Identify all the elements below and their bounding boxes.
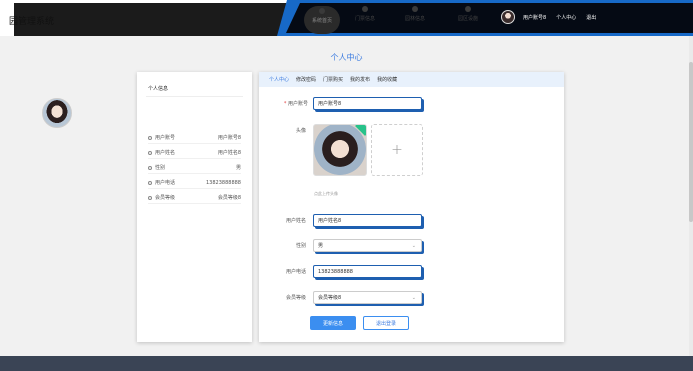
- account-field[interactable]: 用户账号8: [313, 97, 422, 110]
- name-label: 用户姓名: [285, 218, 306, 224]
- upload-hint: 点此上传头像: [314, 191, 338, 196]
- profile-summary-card: 个人信息: [137, 72, 252, 342]
- plus-icon: +: [391, 142, 403, 158]
- phone-field[interactable]: 13823888888: [313, 265, 422, 278]
- phone-label: 用户电话: [285, 269, 306, 275]
- member-icon: [148, 195, 152, 200]
- page-title: 个人中心: [330, 53, 363, 62]
- facility-icon: [465, 6, 471, 12]
- nav-gardens[interactable]: 园林信息: [405, 6, 425, 34]
- home-icon: [319, 8, 325, 14]
- nav-facilities-label: 园区设施: [458, 16, 479, 22]
- tab-my-favorites[interactable]: 我的收藏: [377, 76, 397, 83]
- user-icon: [148, 135, 152, 140]
- gender-select[interactable]: 男 ⌄: [313, 239, 422, 252]
- chevron-down-icon: ⌄: [411, 243, 416, 249]
- user-area: 用户账号8 个人中心 退出: [501, 10, 596, 24]
- username: 用户账号8: [523, 14, 547, 21]
- chevron-down-icon: ⌄: [411, 295, 416, 301]
- update-button[interactable]: 更新信息: [310, 316, 356, 330]
- tab-change-password[interactable]: 修改密码: [296, 76, 316, 83]
- avatar-preview[interactable]: [313, 124, 367, 176]
- tab-my-posts[interactable]: 我的发布: [350, 76, 370, 83]
- info-value: 会员等级8: [217, 195, 241, 201]
- account-label: * 用户账号: [283, 101, 308, 107]
- nav-tickets-label: 门票信息: [355, 16, 376, 22]
- level-label: 会员等级: [285, 295, 306, 301]
- scrollbar-thumb[interactable]: [689, 62, 693, 222]
- status-corner: [355, 125, 366, 136]
- name-field[interactable]: 用户姓名8: [313, 214, 422, 227]
- info-key: 用户账号: [155, 135, 176, 141]
- garden-icon: [412, 6, 418, 12]
- user-icon: [148, 150, 152, 155]
- header-nav-bg: [286, 3, 693, 33]
- info-value: 用户姓名8: [217, 150, 241, 156]
- info-value: 男: [235, 165, 241, 171]
- nav-tickets[interactable]: 门票信息: [355, 6, 375, 34]
- info-key: 用户姓名: [155, 150, 176, 156]
- nav-gardens-label: 园林信息: [405, 16, 426, 22]
- nav-home[interactable]: 系统首页: [304, 6, 341, 34]
- card-title: 个人信息: [148, 86, 169, 92]
- info-row-account: 用户账号 用户账号8: [148, 132, 241, 144]
- gender-label: 性别: [295, 243, 306, 249]
- nav-facilities[interactable]: 园区设施: [458, 6, 478, 34]
- level-value: 会员等级8: [318, 295, 342, 301]
- phone-icon: [148, 180, 152, 185]
- gender-value: 男: [318, 243, 324, 249]
- logout-link[interactable]: 退出: [586, 14, 596, 21]
- profile-avatar: [42, 98, 72, 128]
- upload-button[interactable]: +: [371, 124, 423, 176]
- ticket-icon: [362, 6, 368, 12]
- site-title: 园管理系统: [9, 17, 55, 27]
- divider: [146, 96, 243, 97]
- tab-ticket-purchase[interactable]: 门票购买: [323, 76, 343, 83]
- info-value: 用户账号8: [217, 135, 241, 141]
- user-avatar[interactable]: [501, 10, 515, 24]
- info-key: 性别: [155, 165, 166, 171]
- avatar-label: 头像: [295, 128, 306, 134]
- footer: [0, 356, 693, 371]
- info-row-phone: 用户电话 13823888888: [148, 177, 241, 189]
- info-row-name: 用户姓名 用户姓名8: [148, 147, 241, 159]
- info-key: 用户电话: [155, 180, 176, 186]
- info-row-gender: 性别 男: [148, 162, 241, 174]
- level-select[interactable]: 会员等级8 ⌄: [313, 291, 422, 304]
- info-value: 13823888888: [206, 179, 241, 186]
- info-row-level: 会员等级 会员等级8: [148, 192, 241, 204]
- user-icon: [148, 165, 152, 170]
- tab-bar: 个人中心 修改密码 门票购买 我的发布 我的收藏: [259, 72, 564, 87]
- profile-link[interactable]: 个人中心: [556, 14, 576, 21]
- nav-home-label: 系统首页: [312, 18, 333, 24]
- tab-profile[interactable]: 个人中心: [269, 76, 289, 83]
- logout-button[interactable]: 退出登录: [363, 316, 409, 330]
- info-key: 会员等级: [155, 195, 176, 201]
